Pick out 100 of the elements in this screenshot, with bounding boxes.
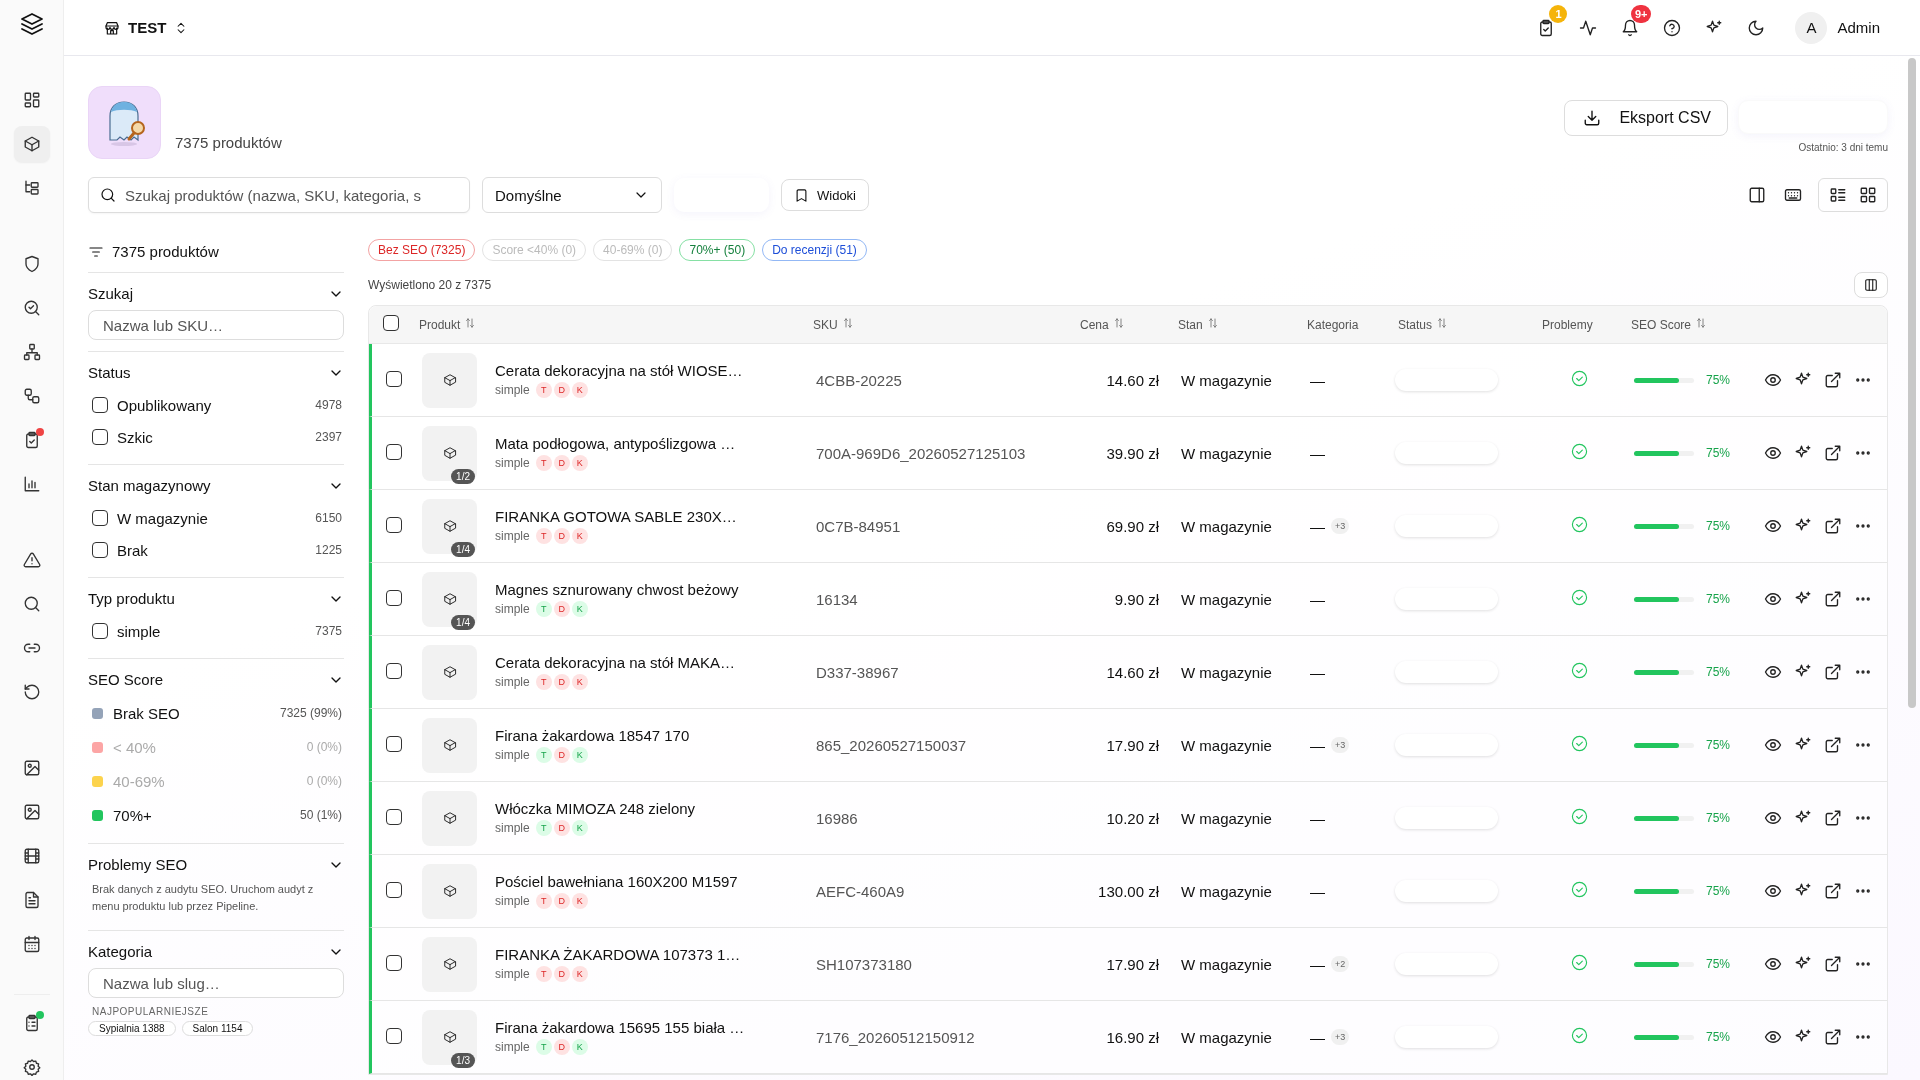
sort-icon[interactable] [841,317,854,329]
column-header[interactable]: Produkt [419,306,813,343]
columns-button[interactable] [1854,272,1888,298]
table-row[interactable]: 1/4 FIRANKA GOTOWA SABLE 230X… simple T D K 0C7B-84951 69.90 zł W magazynie — +3 75% [369,490,1887,563]
image-icon[interactable] [22,759,41,777]
moon-icon[interactable] [1747,18,1766,37]
view-icon[interactable] [1764,517,1782,535]
view-icon[interactable] [1764,809,1782,827]
external-link-icon[interactable] [1824,809,1842,827]
checkbox[interactable] [386,808,402,825]
product-name[interactable]: Włóczka MIMOZA 248 zielony [495,800,696,817]
export-button[interactable]: Eksport CSV [1564,100,1728,136]
help-icon[interactable] [1663,18,1682,37]
filter-chip[interactable]: Bez SEO (7325) [368,239,476,261]
views-button[interactable]: Widoki [781,179,869,211]
search-check-icon[interactable] [22,299,41,317]
workflow-icon[interactable] [22,387,41,405]
filter-option[interactable]: Opublikowany [117,396,212,414]
sort-icon[interactable] [1695,317,1708,329]
filter-option[interactable]: 70%+ [113,806,152,824]
view-icon[interactable] [1764,882,1782,900]
table-row[interactable]: 1/3 Firana żakardowa 15695 155 biała … simple T D K 7176_20260512150912 16.90 zł W magazynie — +3 75% [369,1001,1887,1074]
category-chip[interactable]: Sypialnia 1388 [88,1021,176,1036]
external-link-icon[interactable] [1824,371,1842,389]
external-link-icon[interactable] [1824,736,1842,754]
checkbox[interactable] [386,516,402,533]
table-row[interactable]: Cerata dekoracyjna na stół MAKA… simple T D K D337-38967 14.60 zł W magazynie — 75% [369,636,1887,709]
product-name[interactable]: Mata podłogowa, antypoślizgowa … [495,435,736,452]
filter-chip[interactable]: Do recenzji (51) [762,239,867,261]
table-row[interactable]: Włóczka MIMOZA 248 zielony simple T D K 16986 10.20 zł W magazynie — 75% [369,782,1887,855]
tree-icon[interactable] [22,179,41,197]
checkbox[interactable] [386,1027,402,1044]
search-icon[interactable] [22,595,41,613]
sort-select[interactable]: Domyślne [482,177,662,213]
view-icon[interactable] [1764,955,1782,973]
bell-icon[interactable] [1621,18,1640,37]
checkbox[interactable] [386,881,402,898]
checkbox[interactable] [92,429,108,445]
filter-option[interactable]: Brak SEO [113,704,180,722]
store-switcher[interactable]: TEST [104,13,189,42]
view-icon[interactable] [1764,590,1782,608]
external-link-icon[interactable] [1824,517,1842,535]
table-row[interactable]: 1/2 Mata podłogowa, antypoślizgowa … simple T D K 700A-969D6_20260527125103 39.90 zł W magazynie — 75% [369,417,1887,490]
column-header[interactable]: Stan [1178,306,1307,343]
undo-icon[interactable] [22,683,41,701]
grid-view-icon[interactable] [1859,186,1877,204]
sort-icon[interactable] [1206,317,1219,329]
product-name[interactable]: Firana żakardowa 15695 155 biała … [495,1019,745,1036]
product-name[interactable]: Cerata dekoracyjna na stół WIOSE… [495,362,743,379]
column-header[interactable]: SEO Score [1631,306,1751,343]
product-name[interactable]: Magnes sznurowany chwost beżowy [495,581,739,598]
column-header[interactable]: Cena [1080,306,1178,343]
external-link-icon[interactable] [1824,444,1842,462]
document-icon[interactable] [22,891,41,909]
column-header[interactable]: Status [1398,306,1542,343]
settings-icon[interactable] [22,1058,41,1076]
checkbox[interactable] [386,954,402,971]
bar-chart-icon[interactable] [22,475,41,493]
user-avatar[interactable]: A [1795,11,1828,44]
external-link-icon[interactable] [1824,955,1842,973]
sort-icon[interactable] [1436,317,1449,329]
product-name[interactable]: FIRANKA ŻAKARDOWA 107373 1… [495,946,741,963]
category-chip[interactable]: Salon 1154 [181,1021,254,1036]
shield-icon[interactable] [22,255,41,273]
keyboard-icon[interactable] [1784,186,1802,204]
search-field[interactable]: Nazwa lub slug… [88,968,344,998]
product-name[interactable]: Pościel bawełniana 160X200 M1597 [495,873,738,890]
checkbox[interactable] [92,510,108,526]
checkbox[interactable] [92,623,108,639]
table-row[interactable]: FIRANKA ŻAKARDOWA 107373 1… simple T D K SH107373180 17.90 zł W magazynie — +2 75% [369,928,1887,1001]
checkbox[interactable] [92,397,108,413]
view-icon[interactable] [1764,736,1782,754]
warning-icon[interactable] [22,551,41,569]
image-icon[interactable] [22,803,41,821]
search-field[interactable]: Nazwa lub SKU… [88,310,344,340]
external-link-icon[interactable] [1824,1028,1842,1046]
view-icon[interactable] [1764,663,1782,681]
list-view-icon[interactable] [1829,186,1847,204]
view-icon[interactable] [1764,444,1782,462]
product-name[interactable]: Firana żakardowa 18547 170 [495,727,690,744]
checkbox[interactable] [386,735,402,752]
dashboard-icon[interactable] [22,91,41,109]
sort-icon[interactable] [1112,317,1125,329]
external-link-icon[interactable] [1824,663,1842,681]
rail-item[interactable] [13,126,50,162]
table-row[interactable]: Pościel bawełniana 160X200 M1597 simple T D K AEFC-460A9 130.00 zł W magazynie — 75% [369,855,1887,928]
product-name[interactable]: Cerata dekoracyjna na stół MAKA… [495,654,736,671]
filter-option[interactable]: simple [117,622,161,640]
calendar-icon[interactable] [22,935,41,953]
table-row[interactable]: Firana żakardowa 18547 170 simple T D K 865_20260527150037 17.90 zł W magazynie — +3 75% [369,709,1887,782]
checkbox[interactable] [383,315,399,331]
film-icon[interactable] [22,847,41,865]
checkbox[interactable] [386,589,402,606]
layers-logo-icon[interactable] [19,12,44,36]
checkbox[interactable] [386,662,402,679]
checkbox[interactable] [386,370,402,387]
activity-icon[interactable] [1579,18,1598,37]
filter-option[interactable]: Brak [117,541,148,559]
side-panel-icon[interactable] [1748,186,1766,204]
checkbox[interactable] [386,443,402,460]
